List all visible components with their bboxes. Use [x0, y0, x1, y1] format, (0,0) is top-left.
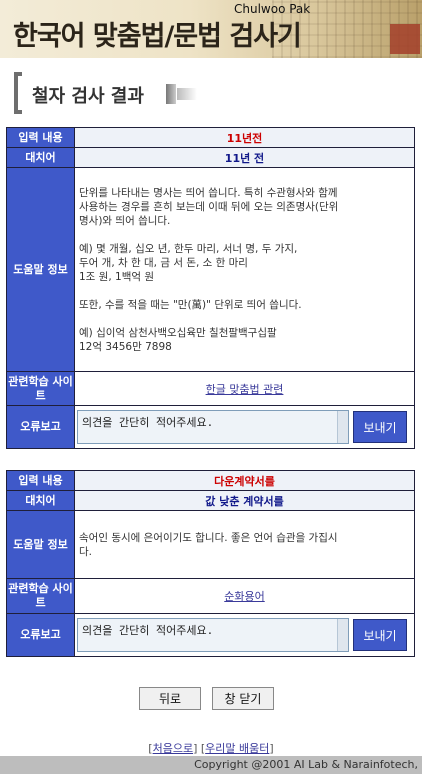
result-table-2: 입력 내용 다운계약서를 대치어 값 낮춘 계약서를 도움말 정보 속어인 동시…	[6, 470, 415, 657]
help-label: 도움말 정보	[7, 511, 74, 578]
help-line: 1조 원, 1백억 원	[79, 270, 155, 283]
related-cell: 한글 맞춤법 관련	[75, 372, 414, 405]
report-textarea[interactable]: 의견을 간단히 적어주세요.	[77, 410, 349, 444]
report-cell: 의견을 간단히 적어주세요. 보내기	[75, 406, 414, 448]
bar-fade-decoration	[177, 88, 197, 100]
related-label: 관련학습 사이트	[7, 579, 74, 613]
help-line	[79, 284, 410, 298]
help-label-text: 도움말 정보	[13, 537, 68, 551]
copyright: Copyright @2001 AI Lab & Narainfotech,	[0, 756, 422, 774]
section-title-label: 철자 검사 결과	[32, 86, 144, 107]
help-line: 사용하는 경우를 흔히 보는데 이때 뒤에 오는 의존명사(단위	[79, 200, 339, 213]
seal-stamp-decoration	[390, 24, 420, 54]
input-label: 입력 내용	[7, 471, 74, 490]
learn-link[interactable]: 우리말 배움터	[205, 742, 269, 755]
back-button[interactable]: 뒤로	[139, 687, 201, 710]
help-line	[79, 312, 410, 326]
help-text: 단위를 나타내는 명사는 띄어 씁니다. 특히 수관형사와 함께 사용하는 경우…	[75, 168, 414, 371]
help-label: 도움말 정보	[7, 168, 74, 371]
related-link[interactable]: 한글 맞춤법 관련	[206, 383, 284, 396]
footer-links: [처음으로] [우리말 배움터]	[148, 742, 274, 755]
related-label: 관련학습 사이트	[7, 372, 74, 405]
help-label-text: 도움말 정보	[13, 262, 68, 276]
help-line: 다.	[79, 545, 92, 558]
result-table-1: 입력 내용 11년전 대치어 11년 전 도움말 정보 단위를 나타내는 명사는…	[6, 127, 415, 449]
section-heading: 철자 검사 결과	[14, 72, 197, 114]
help-line: 명사)와 띄어 씁니다.	[79, 214, 171, 227]
help-line: 속어인 동시에 은어이기도 합니다. 좋은 언어 습관을 가집시	[79, 531, 338, 544]
suggestion-label: 대치어	[7, 148, 74, 167]
help-line	[79, 228, 410, 242]
report-label: 오류보고	[7, 406, 74, 448]
header-banner: 한국어 맞춤법/문법 검사기 Chulwoo Pak	[0, 0, 422, 58]
suggestion-value: 11년 전	[75, 148, 414, 167]
author-name: Chulwoo Pak	[234, 2, 311, 16]
bar-decoration	[166, 84, 176, 104]
related-cell: 순화용어	[75, 579, 414, 613]
input-value: 11년전	[75, 128, 414, 147]
help-line: 또한, 수를 적을 때는 "만(萬)" 단위로 띄어 씁니다.	[79, 298, 302, 311]
textarea-scrollbar[interactable]	[337, 411, 348, 443]
help-line: 예) 몇 개월, 십오 년, 한두 마리, 서너 명, 두 가지,	[79, 242, 298, 255]
suggestion-label: 대치어	[7, 491, 74, 510]
input-label: 입력 내용	[7, 128, 74, 147]
help-line: 12억 3456만 7898	[79, 340, 172, 353]
related-label-text: 관련학습 사이트	[8, 582, 73, 609]
textarea-scrollbar[interactable]	[337, 619, 348, 651]
close-window-button[interactable]: 창 닫기	[212, 687, 274, 710]
input-value: 다운계약서를	[75, 471, 414, 490]
related-label-text: 관련학습 사이트	[8, 374, 73, 402]
report-label: 오류보고	[7, 614, 74, 656]
help-line: 예) 십이억 삼천사백오십육만 칠천팔백구십팔	[79, 326, 277, 339]
bracket-decoration	[14, 72, 22, 114]
suggestion-value: 값 낮춘 계약서를	[75, 491, 414, 510]
help-line: 단위를 나타내는 명사는 띄어 씁니다. 특히 수관형사와 함께	[79, 186, 338, 199]
report-textarea[interactable]: 의견을 간단히 적어주세요.	[77, 618, 349, 652]
report-cell: 의견을 간단히 적어주세요. 보내기	[75, 614, 414, 656]
home-link[interactable]: 처음으로	[153, 742, 193, 755]
send-button[interactable]: 보내기	[353, 619, 407, 651]
help-text: 속어인 동시에 은어이기도 합니다. 좋은 언어 습관을 가집시 다.	[75, 511, 414, 578]
help-line: 두어 개, 차 한 대, 금 서 돈, 소 한 마리	[79, 256, 248, 269]
related-link[interactable]: 순화용어	[224, 590, 264, 603]
send-button[interactable]: 보내기	[353, 411, 407, 443]
app-title: 한국어 맞춤법/문법 검사기	[13, 21, 302, 52]
